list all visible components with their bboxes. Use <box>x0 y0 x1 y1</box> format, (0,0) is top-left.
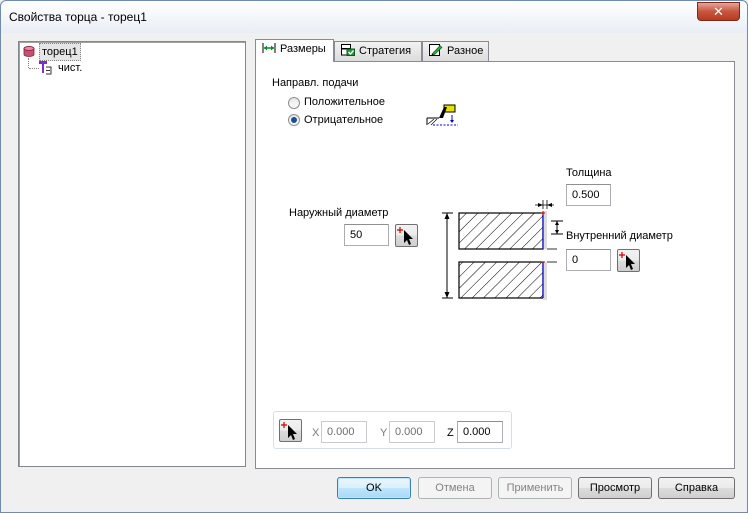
coordinates-group: X 0.000 Y 0.000 Z 0.000 <box>273 411 512 449</box>
tree-connector <box>28 58 29 68</box>
inner-diameter-input[interactable]: 0 <box>566 249 611 271</box>
y-coordinate-input[interactable]: 0.000 <box>389 421 435 443</box>
tree-item-root-label: торец1 <box>39 43 81 61</box>
thickness-label: Толщина <box>566 167 612 179</box>
tree-item-child[interactable]: чист. <box>39 60 119 76</box>
thickness-value: 0.500 <box>572 189 600 201</box>
cancel-button[interactable]: Отмена <box>418 477 492 499</box>
feed-direction-icon <box>426 104 458 126</box>
tab-strategy-label: Стратегия <box>359 45 412 57</box>
x-coordinate-input[interactable]: 0.000 <box>321 421 367 443</box>
database-icon <box>23 46 35 57</box>
feed-negative-radio[interactable] <box>288 114 300 126</box>
coordinate-pick-button[interactable] <box>279 419 302 442</box>
tool-icon <box>39 61 52 75</box>
outer-diameter-value: 50 <box>350 229 363 241</box>
help-button[interactable]: Справка <box>658 477 735 499</box>
pick-cursor-icon <box>619 252 635 270</box>
dimensions-icon <box>262 43 276 53</box>
pick-cursor-icon <box>397 227 413 245</box>
strategy-icon <box>341 44 355 56</box>
y-label: Y <box>380 427 388 439</box>
tab-strategy[interactable]: Стратегия <box>334 41 422 61</box>
x-coordinate-value: 0.000 <box>327 426 355 438</box>
outer-diameter-input[interactable]: 50 <box>344 224 389 246</box>
properties-dialog: Свойства торца - торец1 ✕ торец1 чист. Р… <box>0 0 748 513</box>
x-label: X <box>312 427 320 439</box>
feed-positive-label[interactable]: Положительное <box>304 96 385 108</box>
tree-item-child-label: чист. <box>58 62 83 74</box>
part-lower-section <box>458 261 544 299</box>
outer-diameter-label: Наружный диаметр <box>289 207 389 219</box>
tab-dimensions[interactable]: Размеры <box>255 39 334 62</box>
face-diagram <box>442 200 557 300</box>
tree-item-root[interactable]: торец1 <box>19 43 119 61</box>
outer-diameter-pick-button[interactable] <box>395 224 418 247</box>
z-label: Z <box>447 427 454 439</box>
inner-diameter-arrow <box>551 220 563 235</box>
tab-misc[interactable]: Разное <box>422 41 489 61</box>
ok-button[interactable]: OK <box>337 477 411 499</box>
tab-dimensions-label: Размеры <box>280 43 326 55</box>
feed-positive-radio[interactable] <box>288 97 300 109</box>
tree-connector <box>29 68 39 69</box>
part-upper-section <box>458 212 544 250</box>
misc-icon <box>429 44 443 56</box>
apply-button[interactable]: Применить <box>498 477 572 499</box>
y-coordinate-value: 0.000 <box>395 426 423 438</box>
inner-diameter-pick-button[interactable] <box>617 249 640 272</box>
close-button[interactable]: ✕ <box>697 2 740 21</box>
operation-tree[interactable]: торец1 чист. <box>18 41 246 467</box>
pick-cursor-icon <box>281 422 297 440</box>
inner-diameter-value: 0 <box>572 254 579 266</box>
close-icon: ✕ <box>713 4 724 19</box>
z-coordinate-input[interactable]: 0.000 <box>457 421 503 443</box>
feed-negative-label[interactable]: Отрицательное <box>304 114 383 126</box>
thickness-input[interactable]: 0.500 <box>566 184 611 206</box>
feed-direction-label: Направл. подачи <box>272 77 359 89</box>
inner-diameter-label: Внутренний диаметр <box>566 230 673 242</box>
title-bar: Свойства торца - торец1 ✕ <box>1 1 747 33</box>
preview-button[interactable]: Просмотр <box>578 477 652 499</box>
tab-misc-label: Разное <box>447 45 484 57</box>
z-coordinate-value: 0.000 <box>463 426 491 438</box>
window-title: Свойства торца - торец1 <box>9 10 147 24</box>
